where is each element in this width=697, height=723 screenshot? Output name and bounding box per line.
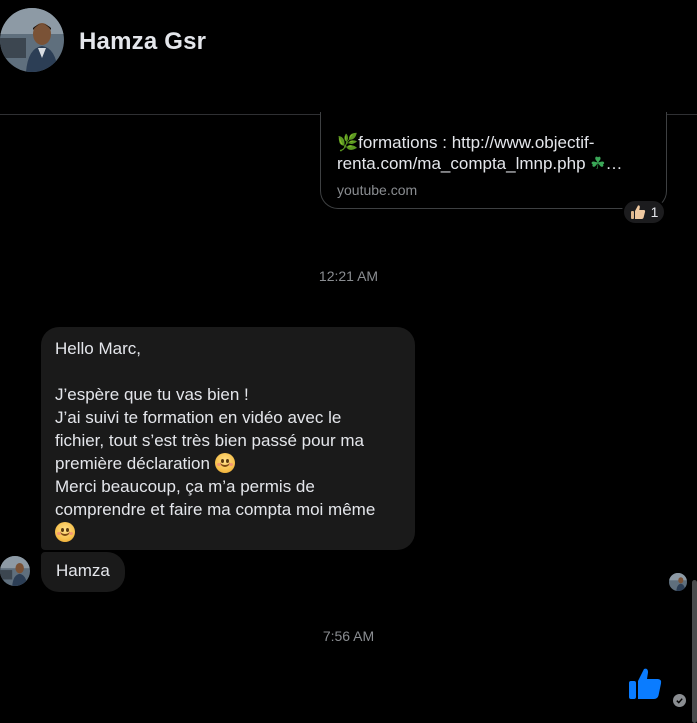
seen-indicator-avatar [669,573,687,591]
smiling-face-icon [214,453,235,473]
link-title: 🌿formations : http://www.objectif- renta… [337,132,652,174]
link-source: youtube.com [337,182,418,198]
message-line: J’ai suivi te formation en vidéo avec le [55,408,342,427]
conversation-header: Hamza Gsr [0,0,697,115]
message-line-with-emoji: première déclaration [55,452,401,475]
like-thumbs-up-icon[interactable] [627,666,663,702]
message-line-emoji [55,521,401,544]
smiling-face-icon [55,522,75,542]
message-bubble[interactable]: Hello Marc, J’espère que tu vas bien ! J… [41,327,415,550]
reaction-count: 1 [650,204,659,220]
reaction-badge[interactable]: 1 [622,199,666,225]
message-line: première déclaration [55,454,210,473]
sent-check-icon [673,694,686,707]
profile-photo-icon [0,556,30,586]
scrollbar[interactable] [692,580,697,723]
timestamp-divider: 12:21 AM [318,268,379,284]
sender-avatar[interactable] [0,556,30,586]
shamrock-icon: ☘ [590,154,606,173]
timestamp-divider: 7:56 AM [322,628,375,644]
shared-link-card[interactable]: 🌿formations : http://www.objectif- renta… [320,112,667,209]
profile-photo-icon [0,8,64,72]
contact-avatar[interactable] [0,8,64,72]
link-title-line1: formations : http://www.objectif- [358,133,595,152]
message-line: Merci beaucoup, ça m’a permis de [55,477,315,496]
message-line: Hello Marc, [55,339,141,358]
message-line: J’espère que tu vas bien ! [55,385,249,404]
contact-name[interactable]: Hamza Gsr [79,28,206,56]
link-title-ellipsis: … [605,154,623,173]
herb-icon: 🌿 [337,133,359,152]
link-title-line2: renta.com/ma_compta_lmnp.php [337,154,586,173]
message-bubble-signature[interactable]: Hamza [41,552,125,592]
profile-photo-icon [669,573,687,591]
message-line: fichier, tout s’est très bien passé pour… [55,431,364,450]
message-line: comprendre et faire ma compta moi même [55,500,376,519]
thumbs-up-icon [630,205,645,219]
